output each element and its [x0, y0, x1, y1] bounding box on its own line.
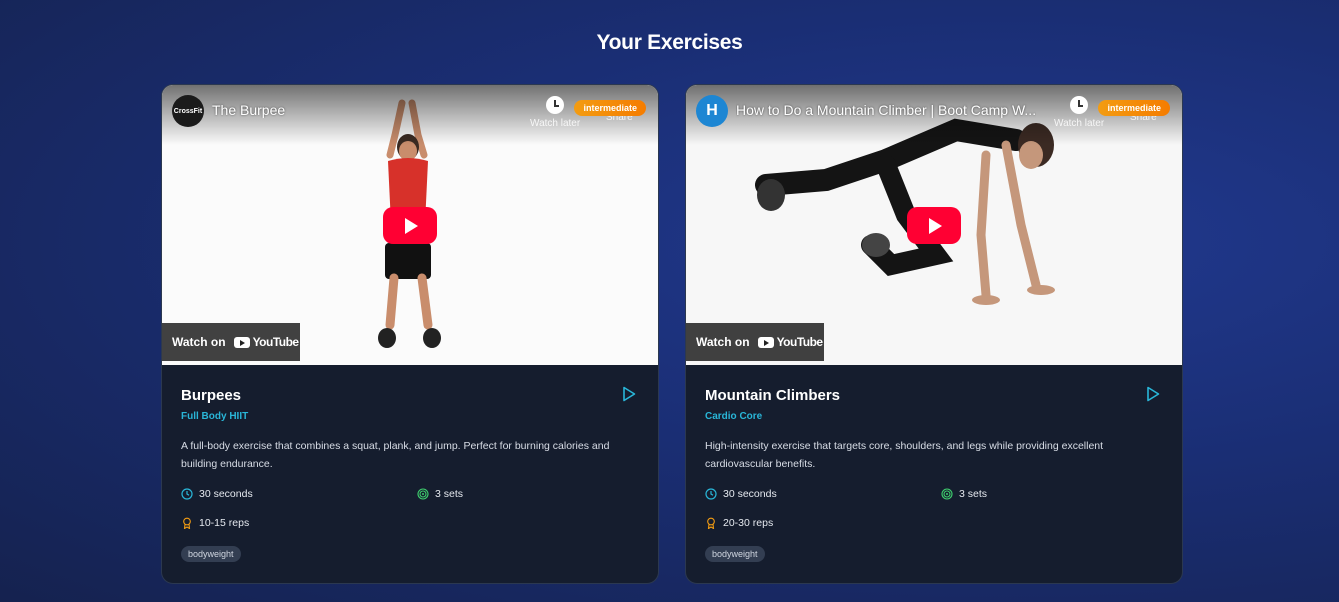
difficulty-badge: intermediate [1098, 100, 1170, 116]
exercise-name: Burpees [181, 387, 242, 404]
youtube-logo-label: YouTube [776, 335, 824, 349]
youtube-play-button[interactable] [383, 207, 437, 244]
sets-stat: 3 sets [941, 488, 987, 500]
award-icon [707, 517, 715, 529]
watch-later-button[interactable]: Watch later [530, 96, 580, 129]
clock-icon [181, 488, 193, 500]
difficulty-badge: intermediate [574, 100, 646, 116]
clock-icon [546, 96, 565, 114]
exercise-name: Mountain Climbers [705, 387, 841, 404]
duration-stat: 30 seconds [181, 488, 253, 500]
duration-value: 30 seconds [199, 488, 253, 500]
exercise-card-mountain-climbers: H How to Do a Mountain Climber | Boot Ca… [685, 84, 1183, 584]
reps-stat: 10-15 reps [181, 517, 249, 529]
award-icon [183, 517, 191, 529]
exercise-tag: bodyweight [705, 546, 765, 562]
page-title: Your Exercises [596, 31, 743, 54]
channel-logo[interactable]: H [696, 95, 728, 127]
watch-on-youtube-button[interactable]: Watch on YouTube [686, 323, 824, 361]
watch-on-label: Watch on [696, 335, 750, 349]
exercise-description: A full-body exercise that combines a squ… [181, 440, 610, 470]
video-embed[interactable]: H How to Do a Mountain Climber | Boot Ca… [686, 85, 1182, 365]
reps-value: 20-30 reps [723, 517, 774, 529]
watch-later-label: Watch later [530, 118, 581, 129]
video-title[interactable]: How to Do a Mountain Climber | Boot Camp… [736, 102, 1036, 118]
sets-value: 3 sets [959, 488, 988, 500]
video-embed[interactable]: CrossFit The Burpee Watch later Share in… [162, 85, 658, 365]
channel-logo[interactable]: CrossFit [172, 95, 204, 127]
exercise-category: Cardio Core [705, 411, 763, 422]
watch-on-label: Watch on [172, 335, 226, 349]
exercise-tag: bodyweight [181, 546, 241, 562]
target-icon [417, 488, 429, 500]
reps-stat: 20-30 reps [705, 517, 773, 529]
youtube-logo-icon: YouTube [757, 335, 824, 349]
youtube-logo-icon: YouTube [233, 335, 300, 349]
video-title[interactable]: The Burpee [212, 102, 512, 118]
play-icon[interactable] [622, 386, 636, 402]
exercise-category: Full Body HIIT [181, 411, 249, 422]
duration-stat: 30 seconds [705, 488, 777, 500]
exercise-description: High-intensity exercise that targets cor… [705, 440, 1104, 470]
clock-icon [1070, 96, 1089, 114]
youtube-logo-label: YouTube [252, 335, 300, 349]
duration-value: 30 seconds [723, 488, 777, 500]
sets-value: 3 sets [435, 488, 464, 500]
watch-later-button[interactable]: Watch later [1054, 96, 1104, 129]
play-icon[interactable] [1146, 386, 1160, 402]
watch-on-youtube-button[interactable]: Watch on YouTube [162, 323, 300, 361]
youtube-play-button[interactable] [907, 207, 961, 244]
reps-value: 10-15 reps [199, 517, 250, 529]
target-icon [941, 488, 953, 500]
sets-stat: 3 sets [417, 488, 463, 500]
clock-icon [705, 488, 717, 500]
watch-later-label: Watch later [1054, 118, 1105, 129]
exercise-card-burpees: CrossFit The Burpee Watch later Share in… [161, 84, 659, 584]
